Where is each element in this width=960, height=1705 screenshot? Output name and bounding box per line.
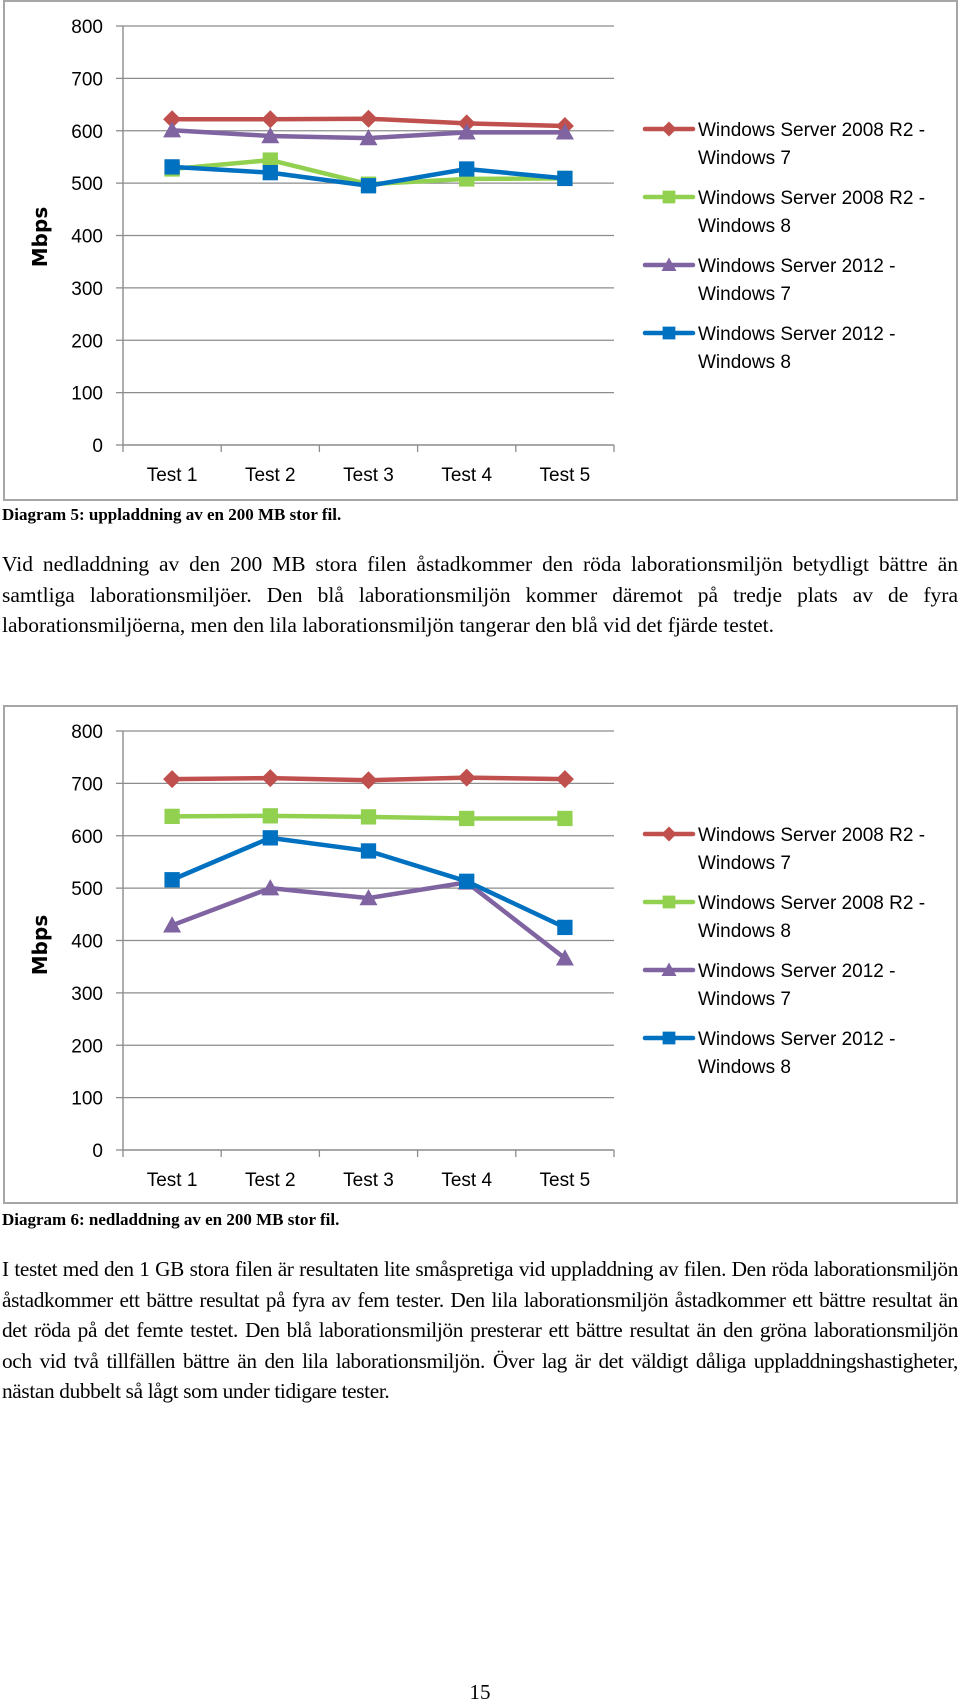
- data-point-marker: [360, 809, 377, 825]
- figure-caption-diagram-6: Diagram 6: nedladdning av en 200 MB stor…: [2, 1210, 340, 1229]
- series-2: [164, 808, 573, 827]
- legend-swatch-marker: [662, 190, 676, 204]
- legend: Windows Server 2008 R2 -Windows 7Windows…: [642, 825, 925, 1078]
- y-tick-label: 500: [71, 174, 103, 195]
- y-axis-title: Mbps: [28, 207, 52, 267]
- gridlines: [116, 25, 614, 446]
- y-tick-label: 300: [71, 984, 103, 1005]
- data-point-marker: [557, 170, 573, 187]
- legend-swatch-marker: [661, 826, 677, 842]
- data-point-marker: [262, 808, 278, 824]
- chart-download-200mb: 0 100 200 300 400 500 600 700 800 Test 1 Test 2 Tes…: [3, 705, 958, 1204]
- figure-caption-diagram-5: Diagram 5: uppladdning av en 200 MB stor…: [2, 505, 342, 524]
- legend-label: Windows 8: [698, 352, 791, 373]
- legend-label: Windows 7: [698, 284, 791, 305]
- legend-label: Windows Server 2012 -: [698, 961, 895, 982]
- data-point-marker: [261, 110, 280, 129]
- data-point-marker: [262, 165, 278, 181]
- chart-upload-200mb: 0 100 200 300 400 500 600 700 800 Test 1 Test 2 Tes…: [3, 0, 958, 501]
- x-tick-label: Test 2: [245, 465, 296, 486]
- y-tick-label: 0: [92, 1141, 103, 1162]
- legend-swatch-marker: [662, 1031, 676, 1045]
- y-tick-label: 200: [71, 331, 103, 352]
- series-3: [163, 873, 574, 966]
- y-tick-label: 400: [71, 227, 103, 248]
- y-tick-label: 300: [71, 279, 103, 300]
- x-tick-label: Test 3: [343, 465, 394, 486]
- legend-label: Windows 7: [698, 148, 791, 169]
- y-axis-title: Mbps: [28, 915, 52, 975]
- data-point-marker: [459, 810, 475, 827]
- data-point-marker: [164, 872, 180, 888]
- data-point-marker: [164, 159, 180, 175]
- y-tick-label: 600: [71, 122, 103, 143]
- y-tick-label: 500: [71, 879, 103, 900]
- legend-item: Windows Server 2008 R2 - Windows 8: [642, 893, 925, 942]
- x-tick-label: Test 1: [147, 465, 198, 486]
- legend-label: Windows 8: [698, 216, 791, 237]
- x-tick-label: Test 5: [540, 465, 591, 486]
- y-tick-label: 700: [71, 774, 103, 795]
- series-1: [163, 768, 574, 790]
- legend-label: Windows Server 2008 R2 -: [698, 825, 925, 846]
- y-tick-label: 600: [71, 827, 103, 848]
- legend-label: Windows Server 2008 R2 -: [698, 188, 925, 209]
- legend-item: Windows Server 2008 R2 - Windows 7: [642, 825, 925, 874]
- y-tick-label: 200: [71, 1036, 103, 1057]
- data-point-marker: [262, 830, 278, 846]
- legend: Windows Server 2008 R2 -Windows 7Windows…: [642, 120, 925, 373]
- legend-item: Windows Server 2012 - Windows 8: [642, 324, 895, 373]
- data-point-marker: [359, 109, 378, 128]
- legend-swatch-marker: [661, 121, 677, 137]
- legend-label: Windows 7: [698, 989, 791, 1010]
- legend-label: Windows Server 2012 -: [698, 256, 895, 277]
- y-tick-label: 800: [71, 17, 103, 38]
- data-point-marker: [360, 178, 377, 194]
- body-paragraph-1: Vid nedladdning av den 200 MB stora file…: [2, 552, 958, 638]
- chart-download-200mb-svg: 0 100 200 300 400 500 600 700 800 Test 1 Test 2 Tes…: [28, 722, 925, 1191]
- data-point-marker: [459, 161, 475, 177]
- legend-item: Windows Server 2008 R2 - Windows 7: [642, 120, 925, 169]
- y-tick-label: 700: [71, 69, 103, 90]
- data-point-marker: [459, 873, 475, 889]
- legend-label: Windows Server 2008 R2 -: [698, 120, 925, 141]
- y-tick-label: 800: [71, 722, 103, 743]
- legend-label: Windows Server 2012 -: [698, 324, 895, 345]
- legend-item: Windows Server 2012 - Windows 7: [642, 961, 895, 1010]
- legend-item: Windows Server 2008 R2 - Windows 8: [642, 188, 925, 237]
- data-point-marker: [359, 771, 378, 790]
- legend-label: Windows 8: [698, 921, 791, 942]
- legend-label: Windows Server 2012 -: [698, 1029, 895, 1050]
- legend-swatch-marker: [662, 326, 676, 340]
- data-point-marker: [555, 770, 574, 789]
- legend-label: Windows 8: [698, 1057, 791, 1078]
- x-tick-label: Test 2: [245, 1170, 296, 1191]
- legend-swatch-marker: [662, 895, 676, 909]
- legend-label: Windows Server 2008 R2 -: [698, 893, 925, 914]
- body-paragraph-2: I testet med den 1 GB stora filen är res…: [2, 1257, 958, 1403]
- x-tick-label: Test 1: [147, 1170, 198, 1191]
- data-point-marker: [164, 808, 180, 825]
- y-tick-label: 0: [92, 436, 103, 457]
- y-tick-label: 100: [71, 1089, 103, 1110]
- data-point-marker: [360, 843, 377, 859]
- page-number: 15: [469, 1680, 491, 1704]
- data-point-marker: [557, 919, 573, 936]
- x-tick-label: Test 3: [343, 1170, 394, 1191]
- data-point-marker: [261, 769, 280, 788]
- legend-item: Windows Server 2012 - Windows 8: [642, 1029, 895, 1078]
- x-tick-label: Test 4: [441, 1170, 492, 1191]
- y-tick-label: 100: [71, 384, 103, 405]
- legend-item: Windows Server 2012 - Windows 7: [642, 256, 895, 305]
- x-tick-label: Test 4: [441, 465, 492, 486]
- legend-label: Windows 7: [698, 853, 791, 874]
- x-tick-label: Test 5: [540, 1170, 591, 1191]
- y-tick-label: 400: [71, 932, 103, 953]
- chart-upload-200mb-svg: 0 100 200 300 400 500 600 700 800 Test 1 Test 2 Tes…: [28, 17, 925, 486]
- data-point-marker: [163, 770, 182, 789]
- data-point-marker: [557, 810, 573, 827]
